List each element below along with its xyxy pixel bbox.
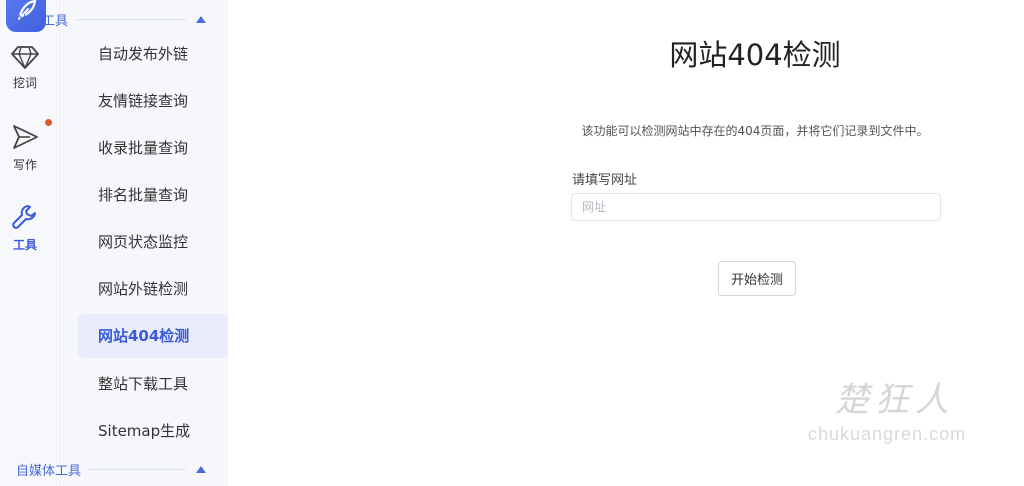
divider [89,469,186,470]
rail-item-tools[interactable]: 工具 [0,202,50,253]
wrench-icon [12,205,36,229]
menu-item-rank-batch-query[interactable]: 排名批量查询 [78,173,228,217]
watermark-cn: 楚狂人 [835,380,955,420]
menu-item-404-check[interactable]: 网站404检测 [78,314,228,358]
page-description: 该功能可以检测网站中存在的404页面，并将它们记录到文件中。 [581,124,929,138]
start-check-button[interactable]: 开始检测 [718,261,796,296]
page-title: 网站404检测 [669,38,841,72]
send-icon [13,125,38,149]
diamond-icon [11,46,39,69]
group-label: 站长工具 [16,14,69,29]
icon-rail: 挖词 写作 工具 [0,0,61,486]
rail-item-label: 挖词 [12,76,37,90]
menu-item-page-status-monitor[interactable]: 网页状态监控 [78,220,228,264]
collapse-caret-icon [196,16,206,23]
rail-item-write[interactable]: 写作 [0,122,50,173]
divider [76,19,186,20]
url-input[interactable] [571,193,941,221]
rail-item-label: 写作 [12,158,37,172]
menu-item-site-download[interactable]: 整站下载工具 [78,362,228,406]
group-self-media-tools[interactable]: 自媒体工具 [16,460,206,479]
rail-item-label: 工具 [12,238,37,252]
menu-item-index-batch-query[interactable]: 收录批量查询 [78,126,228,170]
url-field-label: 请填写网址 [572,173,638,188]
rail-item-dig-words[interactable]: 挖词 [0,44,50,91]
menu-item-auto-publish-links[interactable]: 自动发布外链 [78,32,228,76]
menu-item-friend-link-query[interactable]: 友情链接查询 [78,79,228,123]
group-label: 自媒体工具 [16,464,82,479]
group-webmaster-tools[interactable]: 站长工具 [16,10,206,29]
watermark-en: chukuangren.com [808,424,967,444]
notification-dot [45,119,52,126]
menu-item-external-link-check[interactable]: 网站外链检测 [78,267,228,311]
menu-item-sitemap-generator[interactable]: Sitemap生成 [78,409,228,453]
collapse-caret-icon [196,466,206,473]
